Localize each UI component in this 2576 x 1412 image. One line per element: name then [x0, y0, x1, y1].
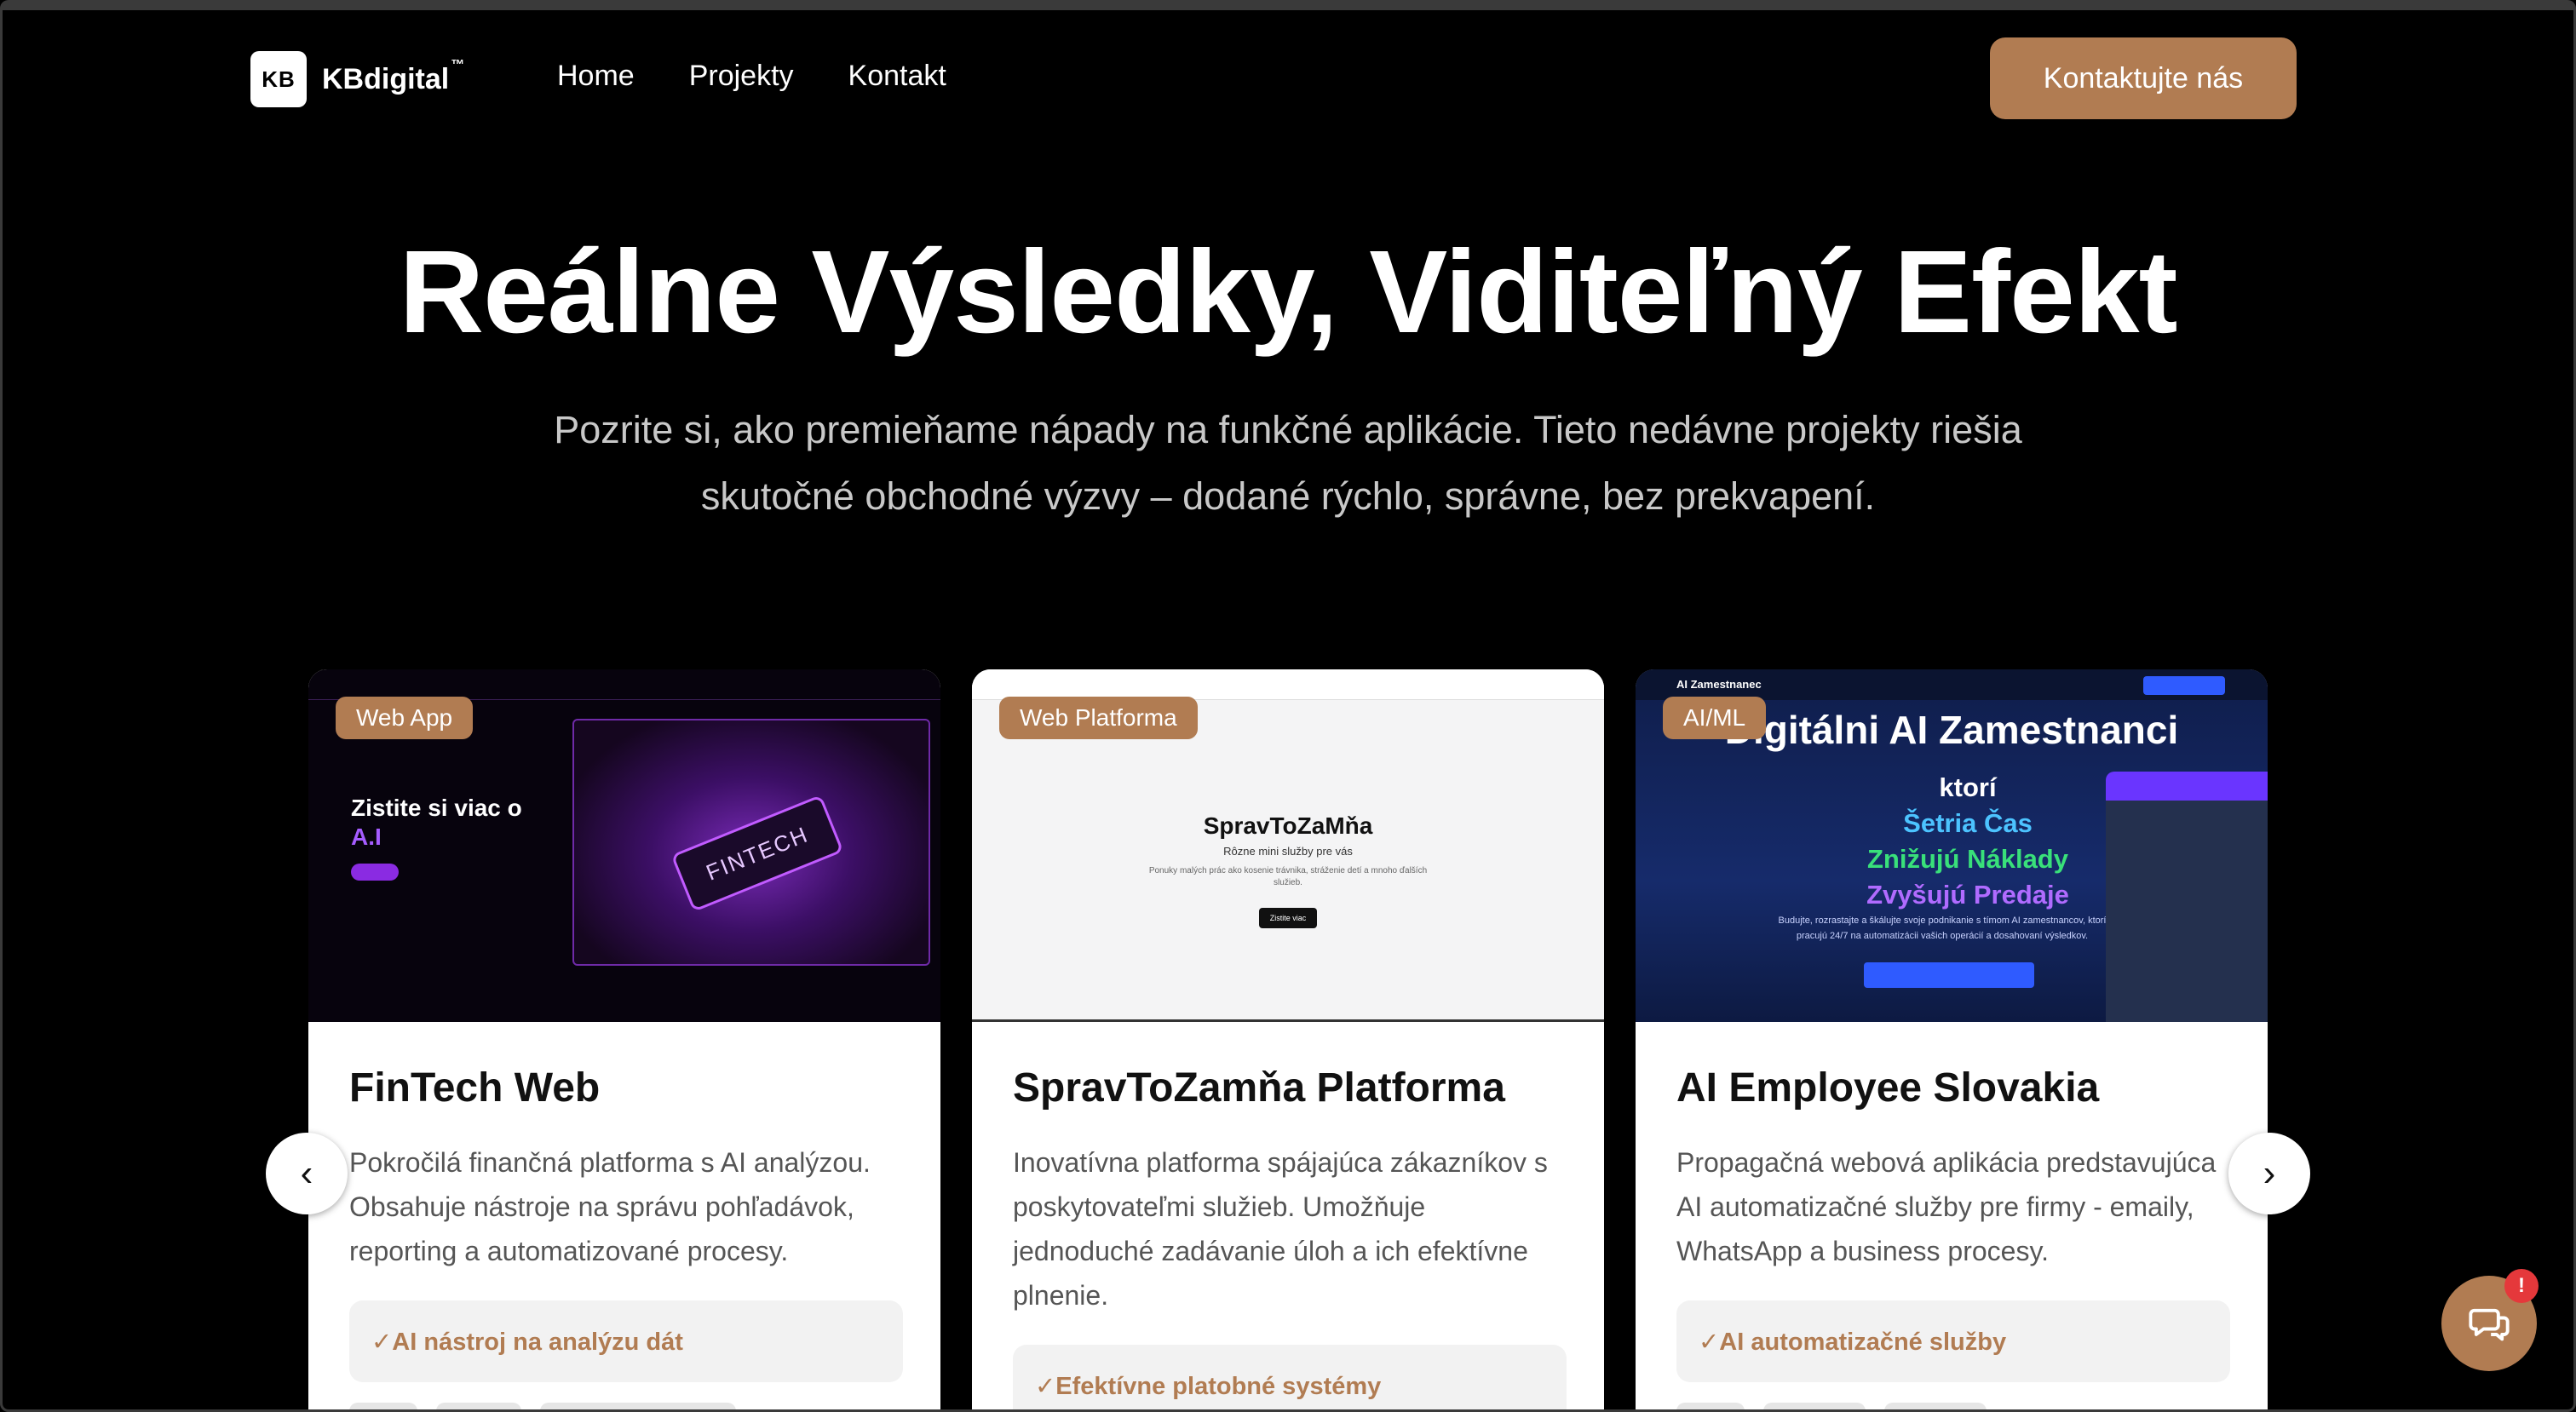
category-badge: AI/ML — [1663, 697, 1767, 739]
preview-chat-header — [2106, 772, 2268, 801]
project-title: AI Employee Slovakia — [1676, 1065, 2100, 1111]
preview-chat-widget — [2106, 772, 2268, 1022]
chevron-right-icon: › — [2263, 1152, 2276, 1194]
project-preview-image: AI Zamestnanec Digitálni AI Zamestnanci … — [1636, 669, 2268, 1022]
chevron-left-icon: ‹ — [300, 1152, 313, 1194]
preview-nav-button — [2143, 676, 2225, 695]
notification-badge: ! — [2504, 1269, 2539, 1303]
card-body: SpravToZamňa Platforma Inovatívna platfo… — [972, 1022, 1604, 1412]
brand-logo[interactable]: KB KBdigital ™ — [250, 51, 464, 107]
tag — [436, 1403, 521, 1412]
project-card-ai-employee[interactable]: AI Zamestnanec Digitálni AI Zamestnanci … — [1636, 669, 2268, 1412]
brand-name: KBdigital ™ — [322, 57, 465, 95]
nav-link-home[interactable]: Home — [557, 60, 635, 93]
preview-heading: SpravToZaMňa — [1203, 812, 1373, 839]
category-badge: Web Platforma — [999, 697, 1198, 739]
project-description: Inovatívna platforma spájajúca zákazníko… — [1013, 1147, 1548, 1311]
project-feature: ✓AI nástroj na analýzu dát — [349, 1300, 903, 1382]
nav-link-projekty[interactable]: Projekty — [689, 60, 794, 93]
preview-heading-accent: A.I — [351, 824, 382, 850]
tag — [349, 1403, 417, 1412]
nav-links: Home Projekty Kontakt — [557, 60, 946, 93]
tag — [540, 1403, 736, 1412]
preview-description: Ponuky malých prác ako kosenie trávnika,… — [1148, 866, 1428, 887]
project-title: FinTech Web — [349, 1065, 601, 1111]
preview-button: Zistite viac — [1259, 908, 1317, 928]
card-body: FinTech Web Pokročilá finančná platforma… — [308, 1022, 940, 1412]
preview-illustration: FINTECH — [572, 719, 930, 966]
card-body: AI Employee Slovakia Propagačná webová a… — [1636, 1022, 2268, 1412]
contact-us-button[interactable]: Kontaktujte nás — [1990, 37, 2297, 119]
project-card-spravtozamna[interactable]: SpravToZaMňa Rôzne mini služby pre vás P… — [972, 669, 1604, 1412]
preview-navbar — [308, 669, 940, 700]
preview-navbar — [972, 669, 1604, 700]
tag-list — [349, 1403, 900, 1412]
preview-phone-graphic: FINTECH — [670, 795, 844, 912]
project-title: SpravToZamňa Platforma — [1013, 1065, 1505, 1111]
nav-link-kontakt[interactable]: Kontakt — [848, 60, 946, 93]
carousel-next-button[interactable]: › — [2228, 1133, 2310, 1214]
project-feature: ✓AI automatizačné služby — [1676, 1300, 2230, 1382]
project-description: Pokročilá finančná platforma s AI analýz… — [349, 1147, 871, 1266]
logo-mark: KB — [250, 51, 307, 107]
category-badge: Web App — [336, 697, 474, 739]
trademark-symbol: ™ — [451, 57, 465, 72]
tag-list — [1676, 1403, 2227, 1412]
preview-hero-text: Zistite si viac o A.I — [351, 794, 522, 881]
preview-subheading: Rôzne mini služby pre vás — [1223, 845, 1353, 858]
hero-subtitle: Pozrite si, ako premieňame nápady na fun… — [554, 408, 2022, 518]
project-card-fintech[interactable]: FINTECH Zistite si viac o A.I Web App Fi… — [308, 669, 940, 1412]
carousel-prev-button[interactable]: ‹ — [266, 1133, 348, 1214]
preview-nav-title: AI Zamestnanec — [1676, 678, 1762, 691]
tag — [1763, 1403, 1866, 1412]
preview-description: Budujte, rozrastajte a škálujte svoje po… — [1778, 916, 2107, 941]
preview-cta — [1864, 962, 2034, 988]
top-navigation: KB KBdigital ™ Home Projekty Kontakt Kont… — [0, 10, 2576, 146]
project-preview-image: SpravToZaMňa Rôzne mini služby pre vás P… — [972, 669, 1604, 1022]
tag — [1884, 1403, 1987, 1412]
project-feature: ✓Efektívne platobné systémy — [1013, 1345, 1567, 1412]
preview-button — [351, 864, 399, 881]
hero-title: Reálne Výsledky, Viditeľný Efekt — [399, 227, 2178, 358]
preview-navbar: AI Zamestnanec — [1636, 669, 2268, 700]
project-description: Propagačná webová aplikácia predstavujúc… — [1676, 1147, 2217, 1266]
tag — [1676, 1403, 1745, 1412]
chat-icon — [2469, 1308, 2510, 1341]
preview-heading: Zistite si viac o — [351, 795, 522, 821]
project-preview-image: FINTECH Zistite si viac o A.I Web App — [308, 669, 940, 1022]
